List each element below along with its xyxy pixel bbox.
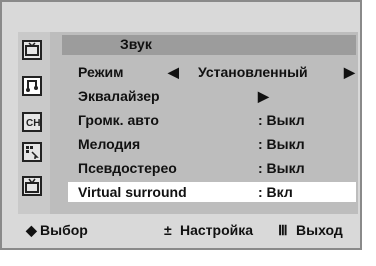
menu-row-value: : Вкл — [258, 184, 293, 200]
tv-screen: CH Звук Режим ◀ Установленный ▶ Эквалайз… — [0, 0, 376, 266]
screen-border-bottom — [0, 248, 362, 250]
menu-title-bar — [62, 35, 356, 55]
menu-row-value: Установленный — [198, 64, 308, 80]
left-arrow-icon[interactable]: ◀ — [168, 64, 179, 81]
screen-border-left — [0, 0, 2, 250]
screen-border-top — [0, 0, 362, 2]
select-icon: ◆ — [26, 222, 37, 238]
screen-bottom-margin — [0, 250, 376, 266]
menu-row-label: Громк. авто — [78, 112, 159, 128]
menu-row-label: Псевдостерео — [78, 160, 177, 176]
menu-row-label: Мелодия — [78, 136, 141, 152]
setup-icon[interactable] — [22, 142, 42, 162]
music-icon[interactable] — [22, 76, 42, 96]
menu-row-mode[interactable]: Режим ◀ Установленный ▶ — [68, 64, 358, 82]
menu-row-auto-volume[interactable]: Громк. авто : Выкл — [68, 112, 358, 130]
menu-row-value: : Выкл — [258, 136, 305, 152]
adjust-label: Настройка — [180, 222, 254, 238]
menu-row-virtual-surround[interactable]: Virtual surround : Вкл — [68, 184, 358, 202]
svg-text:CH: CH — [26, 118, 40, 129]
adjust-icon: ± — [164, 222, 172, 238]
channel-icon[interactable]: CH — [22, 112, 42, 132]
menu-row-value: : Выкл — [258, 112, 305, 128]
exit-icon: Ⅲ — [278, 222, 288, 238]
menu-title: Звук — [120, 36, 152, 52]
tv-icon[interactable] — [22, 40, 42, 60]
screen-right-margin — [362, 0, 376, 266]
menu-row-label: Эквалайзер — [78, 88, 160, 104]
menu-row-label: Режим — [78, 64, 124, 80]
menu-row-value: : Выкл — [258, 160, 305, 176]
submenu-arrow-icon: ▶ — [258, 88, 269, 104]
exit-label: Выход — [296, 222, 343, 238]
screen-border-right — [360, 0, 362, 250]
menu-footer: ◆ Выбор ± Настройка Ⅲ Выход — [18, 220, 358, 240]
menu-row-pseudo-stereo[interactable]: Псевдостерео : Выкл — [68, 160, 358, 178]
menu-row-equalizer[interactable]: Эквалайзер ▶ — [68, 88, 358, 106]
select-label: Выбор — [40, 222, 88, 238]
menu-row-melody[interactable]: Мелодия : Выкл — [68, 136, 358, 154]
right-arrow-icon[interactable]: ▶ — [344, 64, 355, 81]
menu-row-label: Virtual surround — [78, 184, 187, 200]
input-icon[interactable] — [22, 176, 42, 196]
